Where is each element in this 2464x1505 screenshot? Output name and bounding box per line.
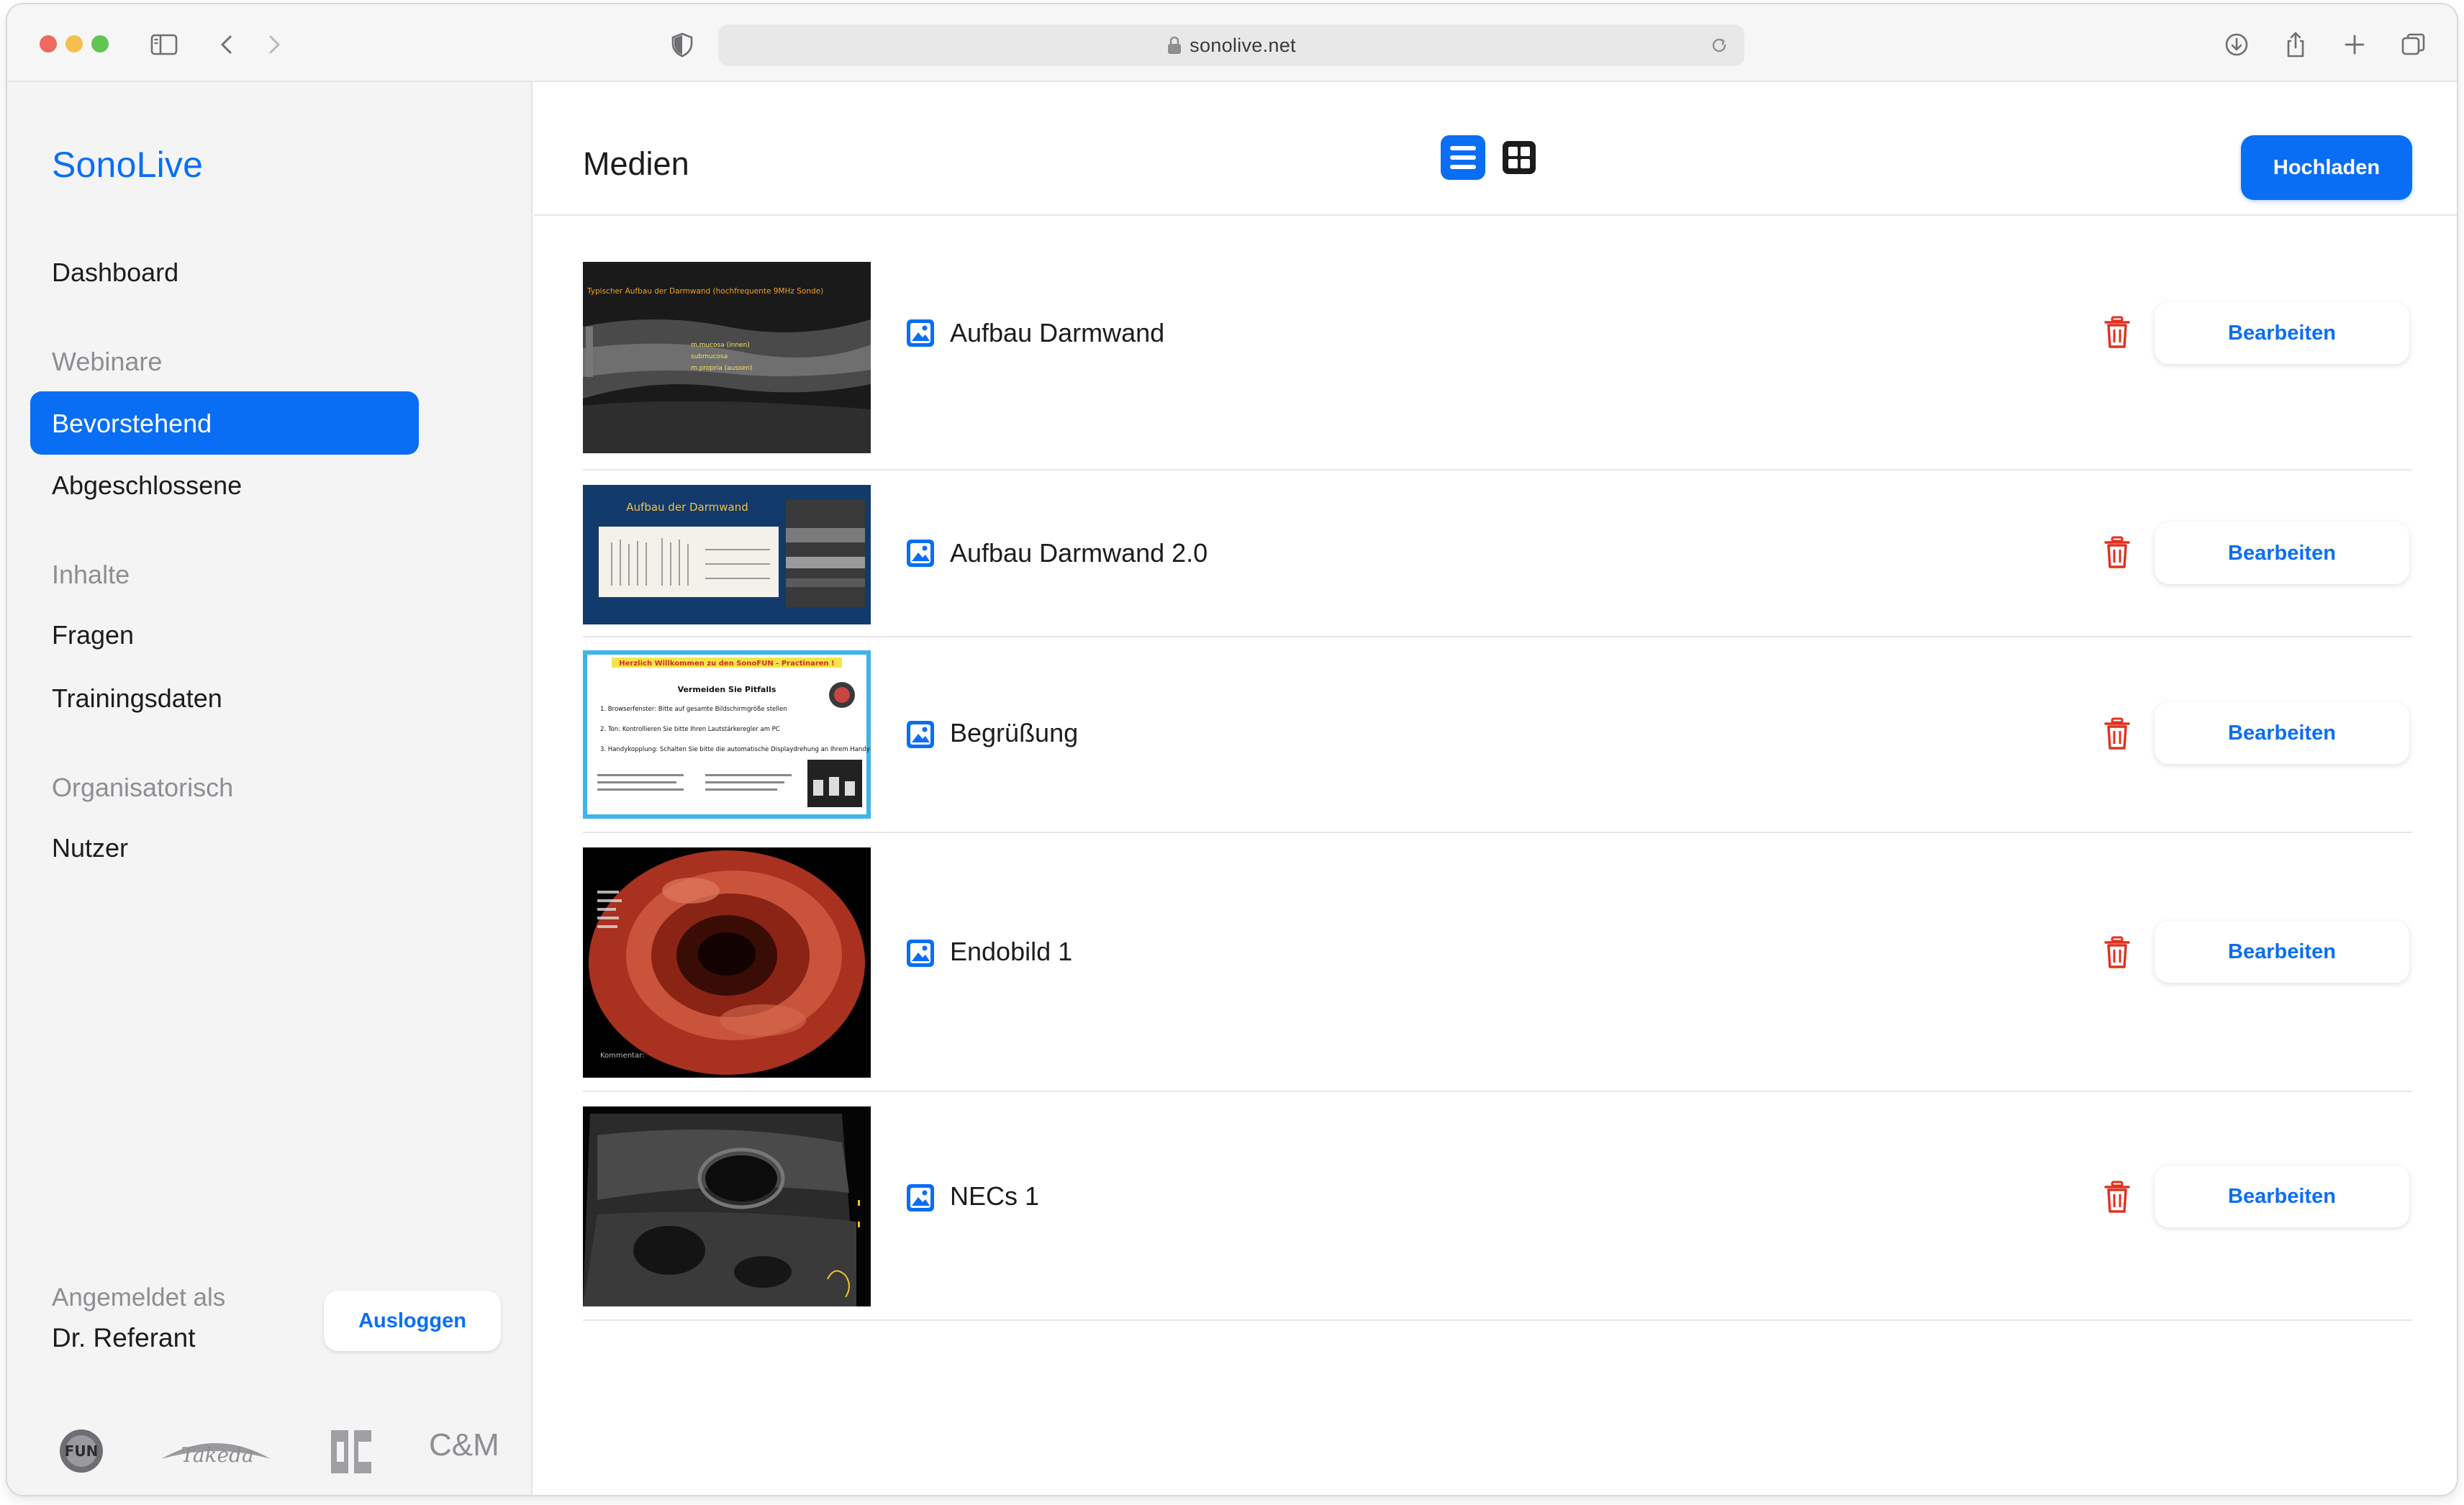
svg-text:Aufbau der Darmwand: Aufbau der Darmwand (626, 501, 748, 514)
new-tab-icon[interactable] (2339, 29, 2370, 60)
main-content: Medien Hochladen Typischer Aufbau der Da… (534, 82, 2457, 1495)
sidebar-item-bevorstehend[interactable]: Bevorstehend (30, 391, 419, 455)
share-icon[interactable] (2280, 29, 2311, 60)
brand-logo[interactable]: SonoLive (52, 144, 203, 186)
svg-text:FUN: FUN (65, 1442, 99, 1460)
page-header: Medien Hochladen (534, 82, 2457, 216)
edit-button[interactable]: Bearbeiten (2155, 302, 2409, 364)
sidebar-item-nutzer[interactable]: Nutzer (52, 833, 128, 863)
trash-icon[interactable] (2103, 1180, 2132, 1214)
svg-text:submucosa: submucosa (691, 353, 728, 360)
list-view-icon[interactable] (1441, 135, 1485, 180)
sidebar-group-webinare: Webinare (52, 347, 163, 376)
svg-text:3. Handykopplung: Schalten Sie: 3. Handykopplung: Schalten Sie bitte die… (600, 746, 871, 753)
sidebar-group-inhalte: Inhalte (52, 560, 130, 589)
takeda-logo: Takeda (161, 1443, 271, 1467)
sidebar: SonoLive Dashboard Webinare Bevorstehend… (7, 82, 533, 1495)
edit-button[interactable]: Bearbeiten (2155, 1165, 2409, 1227)
logged-in-label: Angemeldet als (52, 1283, 226, 1311)
sidebar-item-dashboard[interactable]: Dashboard (52, 258, 178, 288)
image-icon (907, 540, 934, 567)
url-text: sonolive.net (1190, 34, 1296, 56)
cm-logo: C&M (429, 1427, 499, 1463)
svg-text:Kommentar:: Kommentar: (600, 1052, 645, 1060)
media-row: Typischer Aufbau der Darmwand (hochfrequ… (583, 216, 2412, 470)
media-thumbnail[interactable]: Herzlich Willkommen zu den SonoFUN - Pra… (583, 650, 871, 819)
tabs-overview-icon[interactable] (2398, 29, 2429, 60)
media-thumbnail[interactable] (583, 1106, 871, 1306)
zoom-window-button[interactable] (91, 35, 109, 53)
sidebar-item-label: Bevorstehend (52, 409, 212, 438)
media-row: NECs 1 Bearbeiten (583, 1092, 2412, 1321)
media-row: Aufbau der Darmwand Aufbau Darmwand 2.0 … (583, 470, 2412, 637)
edit-button[interactable]: Bearbeiten (2155, 921, 2409, 983)
sidebar-item-abgeschlossene[interactable]: Abgeschlossene (52, 470, 242, 501)
logged-in-user: Dr. Referant (52, 1323, 196, 1352)
svg-text:1. Browserfenster: Bitte auf g: 1. Browserfenster: Bitte auf gesamte Bil… (600, 706, 787, 713)
logout-button[interactable]: Ausloggen (324, 1291, 501, 1351)
edit-button[interactable]: Bearbeiten (2155, 702, 2409, 764)
media-title: Begrüßung (950, 718, 1079, 747)
lock-icon (1168, 36, 1182, 54)
reload-icon[interactable] (1708, 35, 1730, 56)
media-thumbnail[interactable]: Typischer Aufbau der Darmwand (hochfrequ… (583, 262, 871, 453)
svg-text:Takeda: Takeda (181, 1443, 253, 1467)
shield-icon[interactable] (666, 29, 698, 60)
sidebar-group-organisatorisch: Organisatorisch (52, 773, 234, 802)
svg-text:2. Ton: Kontrollieren Sie bitt: 2. Ton: Kontrollieren Sie bitte Ihren La… (600, 726, 780, 733)
svg-text:Vermeiden Sie Pitfalls: Vermeiden Sie Pitfalls (678, 685, 776, 694)
dc-logo (331, 1430, 371, 1473)
browser-window: sonolive.net SonoLive Dashboard Webinare… (7, 4, 2457, 1495)
svg-text:Herzlich Willkommen zu den Son: Herzlich Willkommen zu den SonoFUN - Pra… (619, 660, 834, 668)
close-window-button[interactable] (40, 35, 57, 53)
forward-icon[interactable] (258, 29, 289, 60)
trash-icon[interactable] (2103, 315, 2132, 350)
image-icon (907, 1184, 934, 1211)
trash-icon[interactable] (2103, 717, 2132, 751)
back-icon[interactable] (212, 29, 243, 60)
grid-view-icon[interactable] (1498, 137, 1540, 178)
minimize-window-button[interactable] (65, 35, 83, 53)
svg-text:Typischer Aufbau der Darmwand: Typischer Aufbau der Darmwand (hochfrequ… (586, 287, 823, 296)
media-row: Herzlich Willkommen zu den SonoFUN - Pra… (583, 637, 2412, 833)
sidebar-item-fragen[interactable]: Fragen (52, 620, 134, 650)
trash-icon[interactable] (2103, 535, 2132, 570)
media-title: Aufbau Darmwand 2.0 (950, 538, 1208, 568)
sidebar-toggle-icon[interactable] (148, 29, 180, 60)
edit-button[interactable]: Bearbeiten (2155, 522, 2409, 584)
browser-toolbar: sonolive.net (7, 4, 2457, 82)
page-title: Medien (583, 145, 689, 182)
media-thumbnail[interactable]: Aufbau der Darmwand (583, 485, 871, 624)
download-icon[interactable] (2221, 29, 2252, 60)
svg-text:m.mucosa (innen): m.mucosa (innen) (691, 342, 750, 349)
upload-button[interactable]: Hochladen (2241, 135, 2412, 200)
media-thumbnail[interactable]: Kommentar: (583, 847, 871, 1078)
image-icon (907, 940, 934, 967)
image-icon (907, 721, 934, 748)
media-row: Kommentar: Endobild 1 Bearbeiten (583, 833, 2412, 1092)
media-title: Endobild 1 (950, 937, 1073, 966)
media-title: NECs 1 (950, 1181, 1040, 1211)
svg-text:m.propria (aussen): m.propria (aussen) (691, 365, 753, 372)
image-icon (907, 319, 934, 347)
fun-logo: FUN (60, 1429, 103, 1473)
sidebar-item-trainingsdaten[interactable]: Trainingsdaten (52, 683, 222, 714)
trash-icon[interactable] (2103, 935, 2132, 970)
partner-logos: FUN Takeda C&M (7, 1413, 533, 1492)
address-bar[interactable]: sonolive.net (718, 24, 1744, 66)
media-title: Aufbau Darmwand (950, 318, 1165, 347)
